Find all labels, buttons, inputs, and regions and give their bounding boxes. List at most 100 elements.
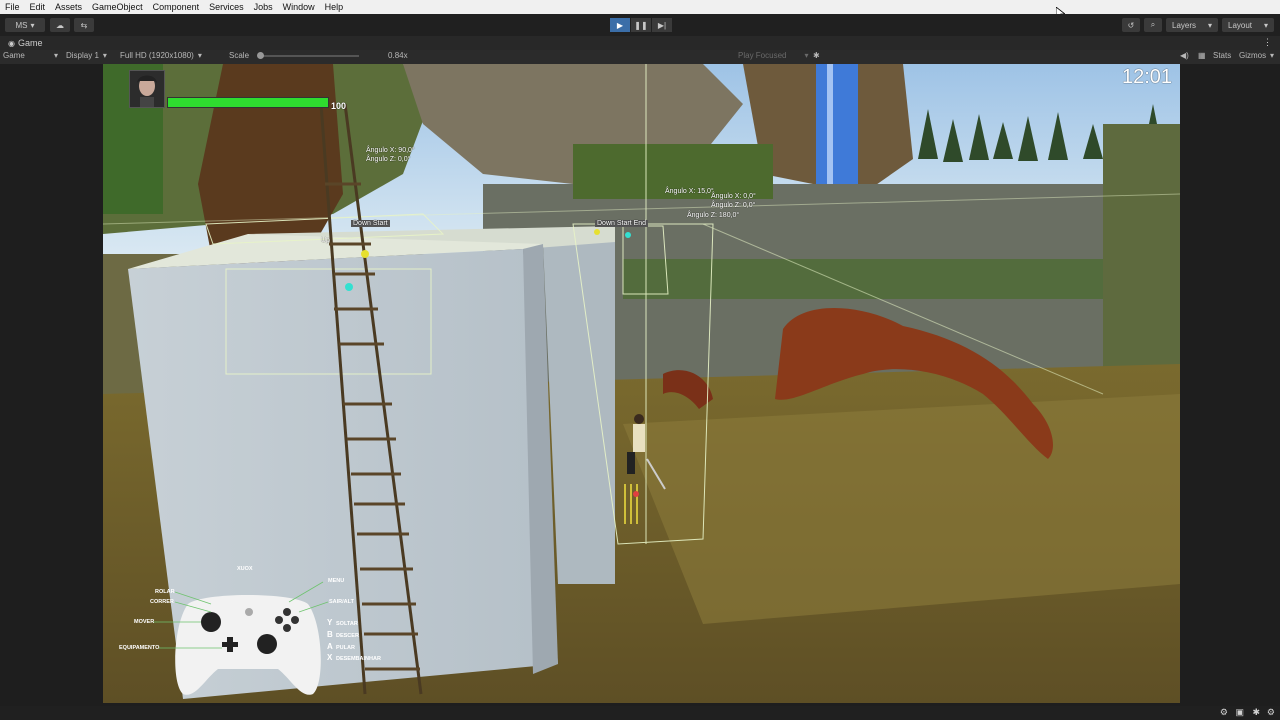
- waterfall: [816, 64, 858, 189]
- menu-jobs[interactable]: Jobs: [249, 2, 278, 12]
- cloud-button[interactable]: ☁: [50, 18, 70, 32]
- down-start-label: Down Start: [351, 220, 390, 227]
- gizmo-marker-yellow: [361, 250, 369, 258]
- game-clock: 12:01: [1122, 66, 1173, 88]
- angle-label-w-2: Ângulo Z: 180,0°: [687, 212, 740, 219]
- chevron-down-icon[interactable]: ▾: [1270, 51, 1274, 60]
- debug-icon[interactable]: ✱: [813, 51, 820, 60]
- collab-icon: ⇆: [80, 20, 88, 30]
- health-bar: [167, 97, 329, 108]
- pause-icon: ❚❚: [634, 20, 648, 30]
- resolution-dropdown[interactable]: Full HD (1920x1080) ▾: [120, 51, 202, 60]
- game-viewport[interactable]: 100 12:01 Ângulo X: 90,0° Ângulo Z: 0,0°…: [103, 64, 1180, 703]
- chevron-down-icon: ▾: [30, 20, 35, 30]
- resolution-label: Full HD (1920x1080): [120, 51, 194, 60]
- waterfall-foam: [827, 64, 833, 189]
- menu-file[interactable]: File: [0, 2, 25, 12]
- menu-gameobject[interactable]: GameObject: [87, 2, 148, 12]
- controller-label-equipamento: EQUIPAMENTO: [119, 645, 160, 651]
- chevron-down-icon: ▾: [197, 51, 202, 60]
- more-options-icon[interactable]: ⋮: [1263, 37, 1272, 48]
- play-controls: ▶ ❚❚ ▶|: [610, 18, 672, 32]
- controller-top-label: XUOX: [237, 566, 253, 572]
- menu-services[interactable]: Services: [204, 2, 249, 12]
- game-scene: [103, 64, 1180, 703]
- collab-button[interactable]: ⇆: [74, 18, 94, 32]
- scale-label: Scale: [229, 51, 250, 60]
- pkg-icon[interactable]: ▣: [1235, 707, 1244, 718]
- controller-action-descer: DESCER: [336, 633, 359, 639]
- settings-icon[interactable]: ⚙: [1267, 707, 1275, 718]
- play-button[interactable]: ▶: [610, 18, 630, 32]
- chevron-down-icon: ▾: [804, 51, 809, 60]
- history-icon: ↺: [1127, 20, 1135, 30]
- view-label: Game: [3, 51, 25, 60]
- angle-label-x-2: Ângulo X: 15,0°: [665, 188, 714, 195]
- chevron-down-icon: ▾: [53, 51, 58, 60]
- down-start-end-label: Down Start End: [595, 220, 649, 227]
- controller-action-soltar: SOLTAR: [336, 621, 358, 627]
- display-dropdown[interactable]: Display 1 ▾: [66, 51, 107, 60]
- controller-label-sair: SAIR/ALT: [329, 599, 354, 605]
- avatar: [137, 75, 157, 107]
- menu-assets[interactable]: Assets: [50, 2, 87, 12]
- network-icon[interactable]: ⚙: [1220, 707, 1228, 718]
- gizmo-marker-yellow-2: [594, 229, 600, 235]
- layout-label: Layout: [1228, 20, 1253, 30]
- audio-icon[interactable]: ◀): [1180, 51, 1189, 60]
- angle-label-z-1: Ângulo Z: 0,0°: [366, 156, 411, 163]
- controller-letter-b: B: [327, 630, 333, 639]
- cloud-icon: ☁: [56, 20, 64, 30]
- controller-label-correr: CORRER: [150, 599, 174, 605]
- stats-grid-icon[interactable]: ▦: [1198, 51, 1206, 60]
- menu-help[interactable]: Help: [320, 2, 349, 12]
- controller-letter-a: A: [327, 642, 333, 651]
- bug-icon[interactable]: ✱: [1252, 707, 1260, 718]
- scale-slider[interactable]: [257, 51, 360, 59]
- play-mode-label: Play Focused: [738, 51, 787, 60]
- view-dropdown[interactable]: Game ▾: [3, 51, 58, 60]
- menu-window[interactable]: Window: [278, 2, 320, 12]
- account-dropdown[interactable]: MS ▾: [5, 18, 45, 32]
- menu-edit[interactable]: Edit: [25, 2, 51, 12]
- search-button[interactable]: ⌕: [1144, 18, 1162, 32]
- controller-action-pular: PULAR: [336, 645, 355, 651]
- health-bar-fill: [168, 98, 328, 107]
- scale-slider-handle[interactable]: [257, 51, 265, 59]
- angle-label-x-1: Ângulo X: 90,0°: [366, 147, 415, 154]
- player-portrait: [129, 70, 165, 108]
- pause-button[interactable]: ❚❚: [631, 18, 651, 32]
- account-label: MS: [15, 20, 28, 30]
- tab-game-label: Game: [17, 38, 43, 48]
- scale-control: Scale 0.84x: [229, 51, 408, 60]
- tab-bar: ◉ Game ⋮: [0, 36, 1280, 50]
- gamepad-icon: ◉: [8, 38, 15, 48]
- chevron-down-icon: ▾: [1263, 20, 1268, 30]
- right-toolbar: ↺ ⌕ Layers ▾ Layout ▾: [1122, 18, 1274, 32]
- menu-component[interactable]: Component: [148, 2, 205, 12]
- gizmo-marker-cyan-2: [625, 232, 631, 238]
- angle-label-z-2: Ângulo Z: 0,0°: [711, 202, 756, 209]
- controller-label-mover: MOVER: [134, 619, 155, 625]
- menu-bar: File Edit Assets GameObject Component Se…: [0, 0, 1280, 20]
- health-value: 100: [331, 101, 347, 111]
- play-icon: ▶: [616, 20, 624, 30]
- tab-game[interactable]: ◉ Game: [0, 38, 51, 48]
- controller-label-rolar: ROLAR: [155, 589, 175, 595]
- status-bar: ⚙ ▣ ✱ ⚙: [0, 706, 1280, 720]
- display-label: Display 1: [66, 51, 99, 60]
- scale-value: 0.84x: [388, 51, 408, 60]
- controller-label-menu: MENU: [328, 578, 345, 584]
- stats-button[interactable]: Stats: [1213, 51, 1231, 60]
- history-button[interactable]: ↺: [1122, 18, 1140, 32]
- layout-dropdown[interactable]: Layout ▾: [1222, 18, 1274, 32]
- chevron-down-icon: ▾: [102, 51, 107, 60]
- controller-letter-y: Y: [327, 618, 333, 627]
- play-mode-dropdown[interactable]: Play Focused ▾: [738, 51, 808, 60]
- layers-dropdown[interactable]: Layers ▾: [1166, 18, 1218, 32]
- search-icon: ⌕: [1150, 20, 1156, 29]
- chevron-down-icon: ▾: [1207, 20, 1212, 30]
- step-button[interactable]: ▶|: [652, 18, 672, 32]
- gizmos-button[interactable]: Gizmos: [1239, 51, 1266, 60]
- angle-label-y-2: Ângulo X: 0,0°: [711, 193, 756, 200]
